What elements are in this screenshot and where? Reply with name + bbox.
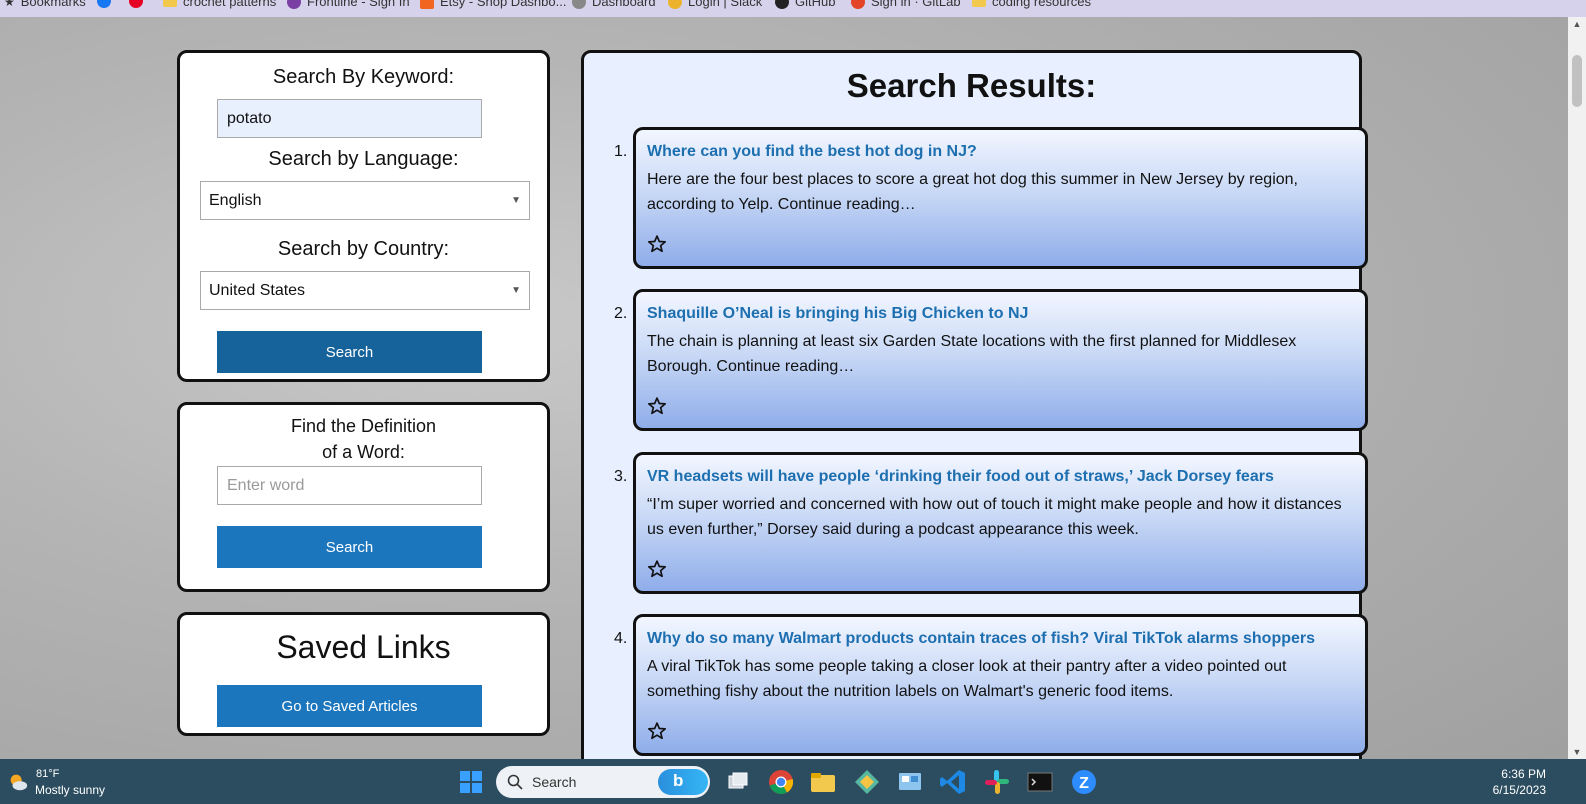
svg-text:Z: Z — [1079, 775, 1089, 792]
bookmark-slack[interactable]: Login | Slack — [668, 0, 762, 9]
chrome-icon[interactable] — [766, 767, 796, 797]
zoom-icon[interactable]: Z — [1069, 767, 1099, 797]
result-card: Shaquille O’Neal is bringing his Big Chi… — [633, 289, 1368, 431]
pinterest-icon — [129, 0, 143, 8]
windows-start-icon[interactable] — [459, 770, 483, 794]
define-search-button[interactable]: Search — [217, 526, 482, 568]
dashboard-icon — [572, 0, 586, 9]
saved-articles-button[interactable]: Go to Saved Articles — [217, 685, 482, 727]
result-card: Where can you find the best hot dog in N… — [633, 127, 1368, 269]
facebook-icon — [97, 0, 111, 8]
star-icon[interactable] — [647, 559, 667, 579]
folder-icon — [163, 0, 177, 7]
search-icon — [507, 774, 523, 790]
star-icon[interactable] — [647, 234, 667, 254]
folder-icon — [972, 0, 986, 7]
weather-description[interactable]: Mostly sunny — [35, 783, 105, 797]
keyword-label: Search By Keyword: — [272, 66, 455, 88]
result-card: Why do so many Walmart products contain … — [633, 614, 1368, 756]
language-select[interactable]: English ▼ — [200, 181, 530, 220]
result-number: 3. — [614, 468, 628, 485]
sun-cloud-icon[interactable] — [7, 771, 29, 793]
result-description: Here are the four best places to score a… — [647, 171, 1298, 213]
saved-links-panel: Saved Links Go to Saved Articles — [177, 612, 550, 736]
country-label: Search by Country: — [277, 238, 450, 260]
file-explorer-icon[interactable] — [808, 767, 838, 797]
bookmark-bookmarks[interactable]: ★ Bookmarks — [4, 0, 86, 9]
country-select[interactable]: United States ▼ — [200, 271, 530, 310]
slack-icon — [668, 0, 682, 9]
frontline-icon — [287, 0, 301, 9]
word-input[interactable]: Enter word — [217, 466, 482, 505]
search-panel: Search By Keyword: potato Search by Lang… — [177, 50, 550, 382]
page-scrollbar[interactable]: ▲ ▼ — [1568, 17, 1586, 759]
taskbar-search-label: Search — [532, 774, 577, 790]
star-icon[interactable] — [647, 396, 667, 416]
bookmark-facebook[interactable] — [97, 0, 111, 8]
result-description: The chain is planning at least six Garde… — [647, 333, 1297, 375]
clock-time[interactable]: 6:36 PM — [1501, 767, 1546, 781]
bing-icon[interactable]: b — [658, 769, 708, 795]
bookmark-gitlab[interactable]: Sign in · GitLab — [851, 0, 961, 9]
result-title-link[interactable]: VR headsets will have people ‘drinking t… — [647, 468, 1274, 486]
scroll-up-icon[interactable]: ▲ — [1572, 19, 1582, 29]
result-title-link[interactable]: Shaquille O’Neal is bringing his Big Chi… — [647, 305, 1028, 323]
bookmark-pinterest[interactable] — [129, 0, 143, 8]
scroll-down-icon[interactable]: ▼ — [1572, 747, 1582, 757]
definition-panel: Find the Definition of a Word: Enter wor… — [177, 402, 550, 592]
language-value: English — [209, 191, 262, 209]
terminal-icon[interactable] — [1025, 767, 1055, 797]
result-number: 4. — [614, 630, 628, 647]
gitlab-icon — [851, 0, 865, 9]
results-title: Search Results: — [846, 67, 1097, 104]
definition-label-line1: Find the Definition — [290, 416, 437, 436]
scroll-thumb[interactable] — [1572, 55, 1582, 107]
result-description: “I’m super worried and concerned with ho… — [647, 496, 1342, 538]
definition-label-line2: of a Word: — [322, 442, 405, 462]
weather-temperature[interactable]: 81°F — [36, 768, 59, 780]
result-title-link[interactable]: Where can you find the best hot dog in N… — [647, 143, 977, 161]
bookmark-dashboard[interactable]: Dashboard — [572, 0, 656, 9]
vscode-icon[interactable] — [938, 767, 968, 797]
star-icon: ★ — [4, 0, 15, 9]
bookmarks-bar: ★ Bookmarks crochet patterns Frontline -… — [0, 0, 1586, 17]
keyword-input[interactable]: potato — [217, 99, 482, 138]
country-value: United States — [209, 281, 306, 299]
task-view-icon[interactable] — [723, 767, 753, 797]
dropdown-arrow-icon: ▼ — [511, 285, 521, 296]
result-number: 1. — [614, 143, 628, 160]
github-icon — [775, 0, 789, 9]
control-panel-icon[interactable] — [895, 767, 925, 797]
dropdown-arrow-icon: ▼ — [511, 195, 521, 206]
bookmark-frontline[interactable]: Frontline - Sign In — [287, 0, 410, 9]
taskbar-search[interactable]: Search b — [496, 766, 710, 798]
snip-tool-icon[interactable] — [852, 767, 882, 797]
clock-date[interactable]: 6/15/2023 — [1493, 783, 1546, 797]
search-button[interactable]: Search — [217, 331, 482, 373]
language-label: Search by Language: — [268, 148, 459, 170]
result-card: VR headsets will have people ‘drinking t… — [633, 452, 1368, 594]
slack-icon[interactable] — [982, 767, 1012, 797]
bookmark-coding-resources[interactable]: coding resources — [972, 0, 1091, 9]
result-description: A viral TikTok has some people taking a … — [647, 658, 1287, 700]
bookmark-etsy[interactable]: Etsy - Shop Dashbo... — [420, 0, 566, 9]
result-title-link[interactable]: Why do so many Walmart products contain … — [647, 630, 1315, 648]
etsy-icon — [420, 0, 434, 9]
saved-links-title: Saved Links — [276, 629, 451, 665]
result-number: 2. — [614, 305, 628, 322]
star-icon[interactable] — [647, 721, 667, 741]
bookmark-github[interactable]: GitHub — [775, 0, 835, 9]
bookmark-crochet-patterns[interactable]: crochet patterns — [163, 0, 276, 9]
taskbar: 81°F Mostly sunny Search b Z 6:36 PM 6/1… — [0, 759, 1586, 804]
